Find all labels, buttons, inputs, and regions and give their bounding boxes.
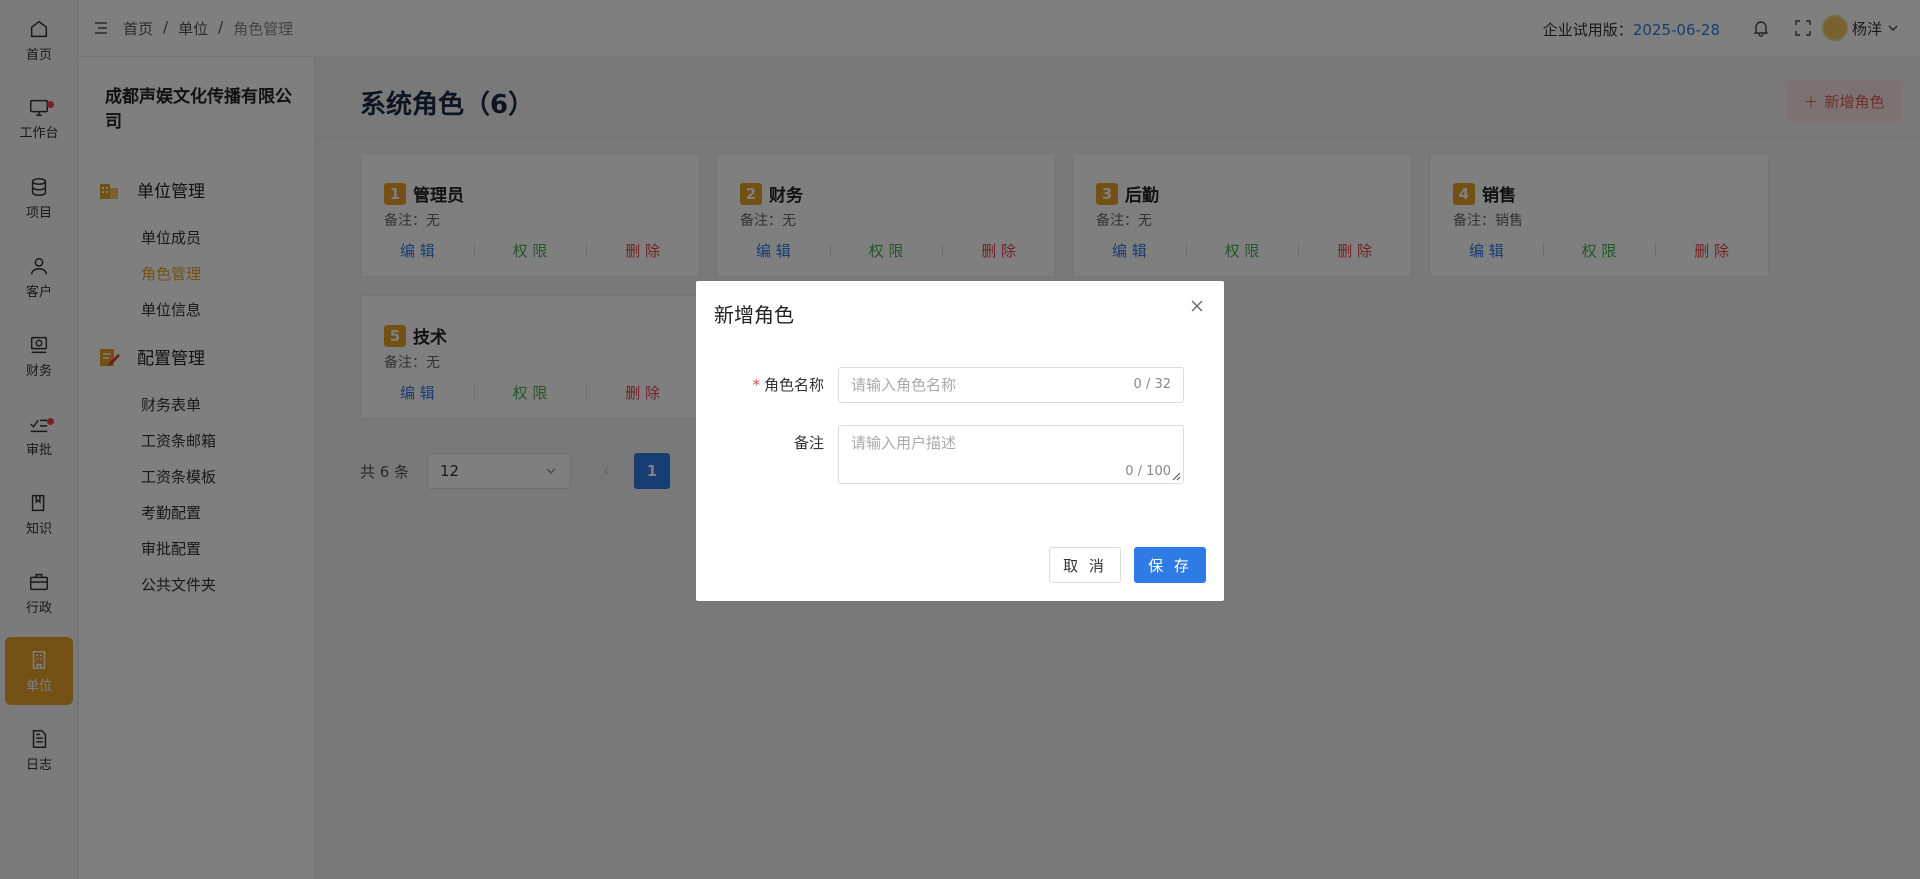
dialog-title: 新增角色 [714,303,794,327]
role-name-counter: 0 / 32 [1133,377,1171,392]
role-name-label: * 角色名称 [724,374,824,395]
role-name-label-text: 角色名称 [763,376,824,394]
remark-textarea[interactable]: 请输入用户描述 0 / 100 [838,425,1184,484]
close-icon[interactable] [1190,299,1204,313]
required-mark: * [752,376,760,394]
remark-label: 备注 [793,434,824,452]
remark-placeholder: 请输入用户描述 [851,434,957,452]
add-role-dialog: 新增角色 * 角色名称 请输入角色名称 0 / 32 备注 请输入用户描述 0 /… [696,281,1224,601]
role-name-placeholder: 请输入角色名称 [851,376,957,394]
resize-handle-icon[interactable] [1171,471,1181,481]
save-button[interactable]: 保 存 [1134,547,1206,583]
cancel-button[interactable]: 取 消 [1049,547,1121,583]
role-name-input[interactable]: 请输入角色名称 0 / 32 [838,367,1184,403]
remark-counter: 0 / 100 [1125,464,1171,479]
